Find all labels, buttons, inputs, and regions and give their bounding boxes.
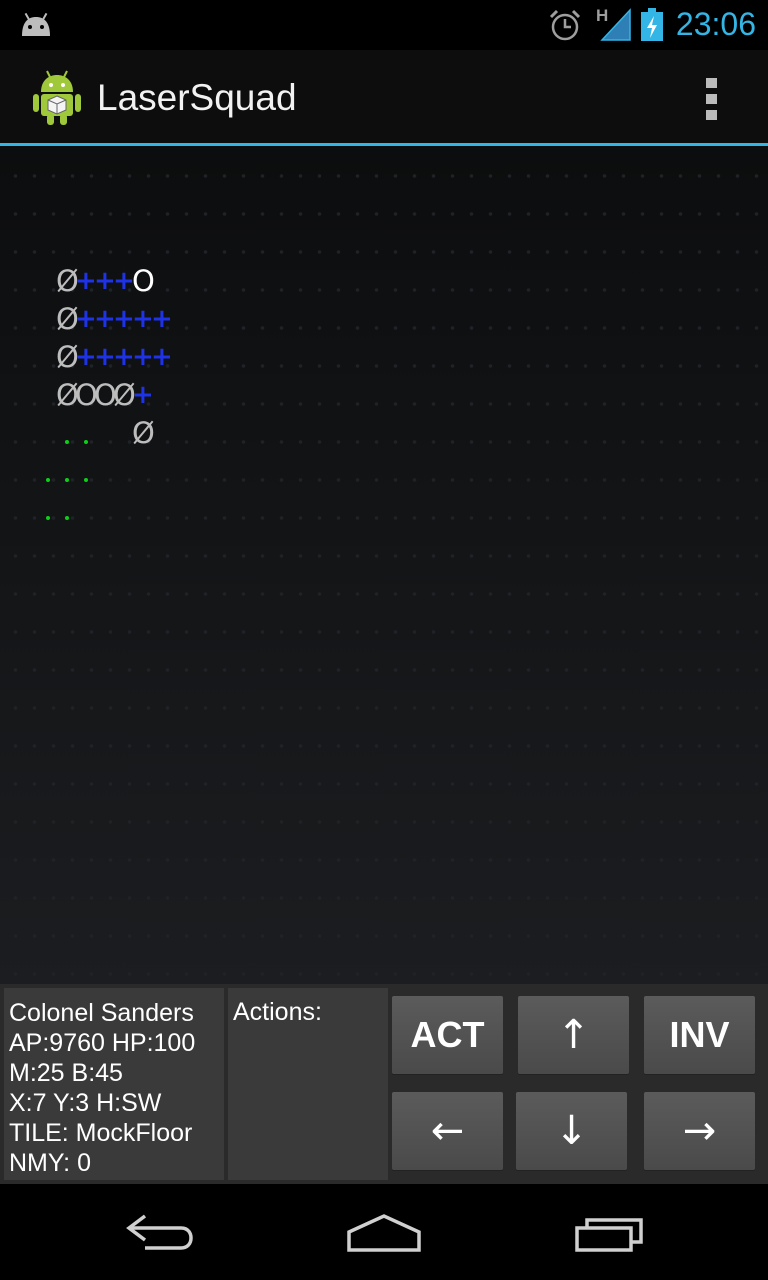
map-tile: Ø — [113, 378, 136, 412]
app-title: LaserSquad — [97, 77, 297, 118]
floor-row — [0, 592, 768, 596]
floor-row — [0, 972, 768, 976]
act-button[interactable]: ACT — [392, 996, 503, 1074]
unit-tile: TILE: MockFloor — [9, 1119, 193, 1147]
visible-floor-dot — [84, 440, 88, 444]
android-robot-icon — [33, 70, 81, 125]
map-tile: + — [94, 342, 116, 372]
floor-row — [0, 858, 768, 862]
map-tile: Ø — [56, 340, 79, 374]
floor-row — [0, 212, 768, 216]
floor-row — [0, 440, 768, 444]
map-tile: Ø — [56, 302, 79, 336]
map-tile: + — [151, 304, 173, 334]
game-map[interactable]: Ø + + + O Ø + + + + + Ø + + + + + Ø O O Ø + Ø — [0, 146, 768, 984]
floor-row — [0, 478, 768, 482]
home-icon[interactable] — [339, 1204, 429, 1264]
unit-stats-m-b: M:25 B:45 — [9, 1059, 123, 1087]
unit-stats-ap-hp: AP:9760 HP:100 — [9, 1029, 196, 1057]
map-tile: + — [151, 342, 173, 372]
status-time: 23:06 — [675, 6, 756, 42]
move-right-button[interactable]: → — [644, 1092, 755, 1170]
overflow-menu-button[interactable] — [696, 74, 728, 124]
actions-label: Actions: — [233, 998, 322, 1026]
map-tile: + — [132, 342, 154, 372]
map-tile: O — [132, 264, 155, 298]
floor-row — [0, 630, 768, 634]
navigation-bar — [0, 1184, 768, 1280]
visible-floor-dot — [84, 478, 88, 482]
map-tile: + — [94, 266, 116, 296]
overflow-dot — [706, 110, 717, 120]
floor-row — [0, 934, 768, 938]
floor-row — [0, 516, 768, 520]
recent-apps-icon[interactable] — [565, 1204, 655, 1264]
battery-charging-icon — [641, 8, 663, 41]
overflow-menu-icon — [706, 78, 717, 88]
floor-row — [0, 554, 768, 558]
map-tile: + — [132, 380, 154, 410]
move-left-button[interactable]: ← — [392, 1092, 503, 1170]
unit-name: Colonel Sanders — [9, 999, 194, 1027]
map-tile: O — [75, 378, 98, 412]
status-bar: H 23:06 — [0, 0, 768, 50]
map-tile: + — [75, 266, 97, 296]
map-tile: + — [113, 304, 135, 334]
back-icon[interactable] — [115, 1204, 205, 1264]
action-bar: LaserSquad — [0, 50, 768, 146]
visible-floor-dot — [65, 478, 69, 482]
move-up-button[interactable]: ↑ — [518, 996, 629, 1074]
signal-icon — [600, 8, 631, 41]
enemy-count: NMY: 0 — [9, 1149, 91, 1177]
floor-row — [0, 668, 768, 672]
map-tile: Ø — [56, 264, 79, 298]
alarm-icon — [549, 9, 581, 41]
actions-panel: Actions: — [228, 988, 388, 1180]
unit-info-panel: Colonel Sanders AP:9760 HP:100 M:25 B:45… — [4, 988, 224, 1180]
unit-position: X:7 Y:3 H:SW — [9, 1089, 162, 1117]
visible-floor-dot — [46, 478, 50, 482]
overflow-dot — [706, 94, 717, 104]
map-tile: + — [132, 304, 154, 334]
map-tile: Ø — [56, 378, 79, 412]
map-tile: Ø — [132, 416, 155, 450]
floor-row — [0, 782, 768, 786]
floor-row — [0, 820, 768, 824]
visible-floor-dot — [46, 516, 50, 520]
map-tile: + — [75, 342, 97, 372]
floor-row — [0, 744, 768, 748]
map-tile: O — [94, 378, 117, 412]
floor-row — [0, 174, 768, 178]
floor-row — [0, 250, 768, 254]
move-down-button[interactable]: ↓ — [516, 1092, 627, 1170]
visible-floor-dot — [65, 516, 69, 520]
visible-floor-dot — [65, 440, 69, 444]
map-tile: + — [113, 266, 135, 296]
android-notification-icon — [22, 12, 50, 36]
map-tile: + — [113, 342, 135, 372]
map-tile: + — [94, 304, 116, 334]
map-tile: + — [75, 304, 97, 334]
inventory-button[interactable]: INV — [644, 996, 755, 1074]
floor-row — [0, 706, 768, 710]
floor-row — [0, 896, 768, 900]
hud-panel: Colonel Sanders AP:9760 HP:100 M:25 B:45… — [0, 984, 768, 1184]
